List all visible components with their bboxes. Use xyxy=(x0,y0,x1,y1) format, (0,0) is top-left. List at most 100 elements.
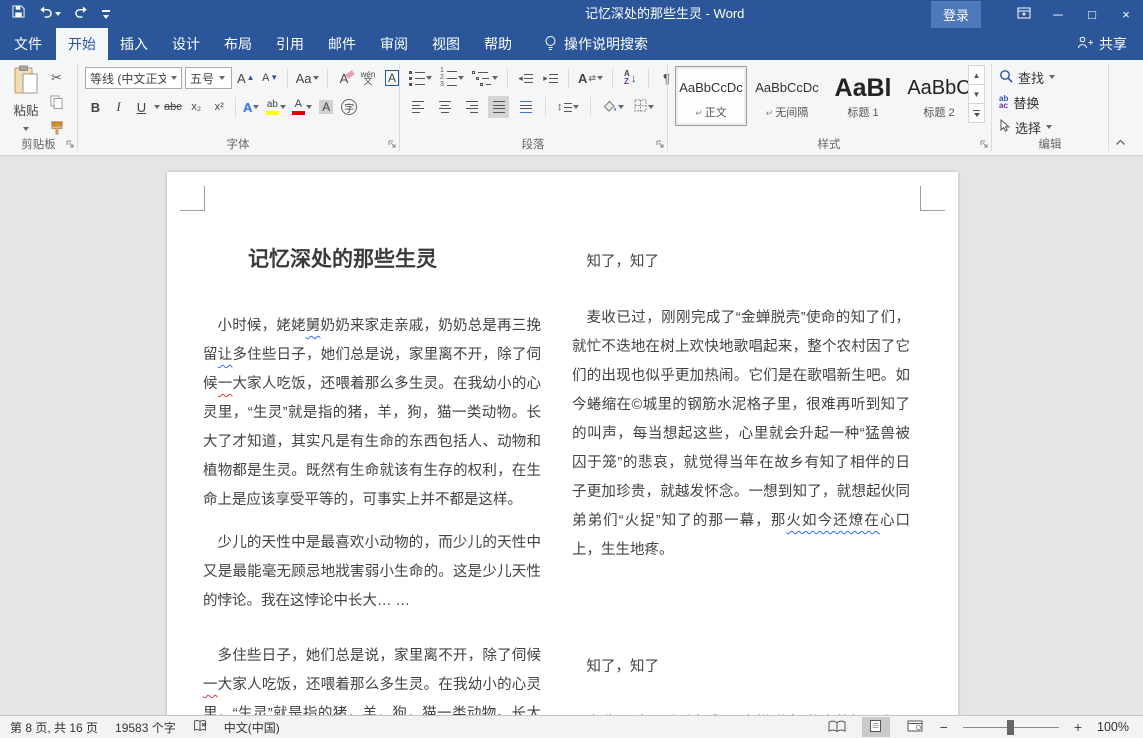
proofing-icon[interactable] xyxy=(193,719,207,735)
align-center-button[interactable] xyxy=(434,96,455,118)
underline-caret[interactable] xyxy=(154,105,160,109)
bullets-button[interactable] xyxy=(407,67,434,89)
style-scroll-down-button[interactable]: ▼ xyxy=(968,84,985,104)
left-column[interactable]: 记忆深处的那些生灵小时候，姥姥舅奶奶来家走亲戚，奶奶总是再三挽留让多住些日子，她… xyxy=(203,232,541,715)
separator xyxy=(327,68,328,88)
borders-button[interactable] xyxy=(632,96,656,118)
distributed-button[interactable] xyxy=(515,96,536,118)
zoom-slider[interactable] xyxy=(963,727,1059,728)
enclose-characters-button[interactable]: 字 xyxy=(339,96,360,118)
sort-button[interactable]: AZ↓ xyxy=(620,67,641,89)
underline-button[interactable]: U xyxy=(131,96,152,118)
zoom-level[interactable]: 100% xyxy=(1093,720,1129,734)
cut-button[interactable]: ✂ xyxy=(51,70,62,86)
font-size-combo[interactable]: 五号 xyxy=(185,67,232,89)
web-layout-button[interactable] xyxy=(901,717,929,737)
editing-group: 查找 abac 替换 选择 编辑 xyxy=(991,60,1109,155)
tab-home[interactable]: 开始 xyxy=(56,28,108,60)
style-no-spacing[interactable]: AaBbCcDc ↵无间隔 xyxy=(751,66,823,126)
subscript-button[interactable]: x₂ xyxy=(186,96,207,118)
asian-layout-button[interactable]: A⇄ xyxy=(576,67,605,89)
share-person-icon xyxy=(1077,36,1093,52)
text-segment: 记忆深处的那些生灵 xyxy=(248,248,437,271)
tab-mailings[interactable]: 邮件 xyxy=(316,28,368,60)
maximize-button[interactable]: □ xyxy=(1075,0,1109,28)
align-right-button[interactable] xyxy=(461,96,482,118)
style-scroll-up-button[interactable]: ▲ xyxy=(968,65,985,85)
document-workspace[interactable]: 记忆深处的那些生灵小时候，姥姥舅奶奶来家走亲戚，奶奶总是再三挽留让多住些日子，她… xyxy=(0,156,1143,715)
tab-references[interactable]: 引用 xyxy=(264,28,316,60)
text-segment-blue-squiggle: 火如今还燎在 xyxy=(786,513,880,529)
select-caret xyxy=(1046,125,1052,129)
tab-view[interactable]: 视图 xyxy=(420,28,472,60)
document-page[interactable]: 记忆深处的那些生灵小时候，姥姥舅奶奶来家走亲戚，奶奶总是再三挽留让多住些日子，她… xyxy=(167,172,958,715)
italic-button[interactable]: I xyxy=(108,96,129,118)
zoom-out-button[interactable]: − xyxy=(940,719,948,735)
multilevel-list-button[interactable] xyxy=(470,67,500,89)
replace-button[interactable]: abac 替换 xyxy=(999,91,1039,113)
minimize-button[interactable]: ─ xyxy=(1041,0,1075,28)
highlight-color-button[interactable]: ab xyxy=(264,96,288,118)
change-case-button[interactable]: Aa xyxy=(294,67,321,89)
tab-help[interactable]: 帮助 xyxy=(472,28,524,60)
tab-design[interactable]: 设计 xyxy=(160,28,212,60)
justify-icon xyxy=(493,101,505,113)
customize-qat-button[interactable] xyxy=(102,10,110,18)
align-left-button[interactable] xyxy=(407,96,428,118)
clear-formatting-button[interactable]: A xyxy=(334,67,355,89)
copy-button[interactable] xyxy=(50,95,63,112)
tell-me-search[interactable]: 操作说明搜索 xyxy=(536,28,656,60)
bold-button[interactable]: B xyxy=(85,96,106,118)
shading-button[interactable] xyxy=(600,96,626,118)
close-button[interactable]: × xyxy=(1109,0,1143,28)
style-normal[interactable]: AaBbCcDc ↵正文 xyxy=(675,66,747,126)
page-indicator[interactable]: 第 8 页, 共 16 页 xyxy=(10,719,98,736)
zoom-in-button[interactable]: + xyxy=(1074,719,1082,735)
status-right: − + 100% xyxy=(823,717,1143,737)
paste-button[interactable]: 粘贴 xyxy=(6,65,46,134)
share-button[interactable]: 共享 xyxy=(1061,28,1143,60)
style-heading1[interactable]: AaBl 标题 1 xyxy=(827,66,899,126)
line-spacing-button[interactable]: ↕ xyxy=(555,96,581,118)
tab-insert[interactable]: 插入 xyxy=(108,28,160,60)
shrink-font-button[interactable]: A▼ xyxy=(260,67,281,89)
undo-button[interactable] xyxy=(38,5,61,23)
strikethrough-button[interactable]: abc xyxy=(162,96,184,118)
redo-button[interactable] xyxy=(74,5,89,23)
numbering-button[interactable]: 123 xyxy=(438,67,466,89)
login-button[interactable]: 登录 xyxy=(931,1,981,28)
phonetic-guide-button[interactable]: wén文 xyxy=(358,67,379,89)
style-gallery-more-button[interactable] xyxy=(968,103,985,123)
character-shading-icon: A xyxy=(319,100,333,114)
justify-button[interactable] xyxy=(488,96,509,118)
numbering-icon: 123 xyxy=(440,69,457,87)
style-heading2[interactable]: AaBbC 标题 2 xyxy=(903,66,975,126)
tab-review[interactable]: 审阅 xyxy=(368,28,420,60)
tab-layout[interactable]: 布局 xyxy=(212,28,264,60)
collapse-ribbon-button[interactable] xyxy=(1115,134,1126,149)
save-button[interactable] xyxy=(12,5,25,23)
shrink-font-letter: A xyxy=(262,72,269,84)
zoom-slider-thumb[interactable] xyxy=(1007,720,1014,735)
right-column[interactable]: 知了，知了麦收已过，刚刚完成了“金蝉脱壳”使命的知了们，就忙不迭地在树上欢快地歌… xyxy=(572,232,910,715)
increase-indent-button[interactable]: ▸ xyxy=(540,67,561,89)
select-button[interactable]: 选择 xyxy=(999,116,1052,138)
superscript-button[interactable]: x² xyxy=(209,96,230,118)
print-layout-button[interactable] xyxy=(862,717,890,737)
grow-font-button[interactable]: A▲ xyxy=(235,67,257,89)
text-effects-button[interactable]: A xyxy=(241,96,262,118)
ribbon-display-options-button[interactable] xyxy=(1007,0,1041,28)
decrease-indent-button[interactable]: ◂ xyxy=(515,67,536,89)
font-color-button[interactable]: A xyxy=(290,96,314,118)
character-shading-button[interactable]: A xyxy=(316,96,337,118)
status-bar: 第 8 页, 共 16 页 19583 个字 中文(中国) − + 100% xyxy=(0,715,1143,738)
word-count[interactable]: 19583 个字 xyxy=(115,719,176,736)
tab-file[interactable]: 文件 xyxy=(0,28,56,60)
font-name-combo[interactable]: 等线 (中文正文 xyxy=(85,67,182,89)
paste-label: 粘贴 xyxy=(6,100,46,119)
separator xyxy=(507,68,508,88)
find-button[interactable]: 查找 xyxy=(999,66,1055,88)
borders-caret xyxy=(648,105,654,109)
read-mode-button[interactable] xyxy=(823,717,851,737)
language-indicator[interactable]: 中文(中国) xyxy=(224,719,280,736)
